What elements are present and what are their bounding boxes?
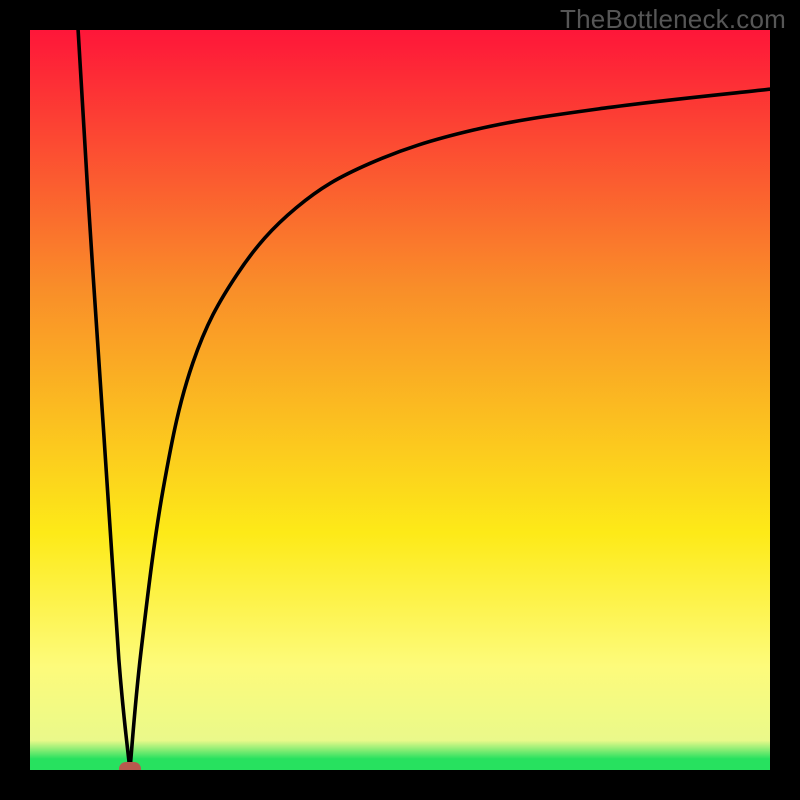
watermark-text: TheBottleneck.com	[560, 4, 786, 35]
minimum-marker	[119, 762, 141, 770]
chart-frame: TheBottleneck.com	[0, 0, 800, 800]
plot-area	[30, 30, 770, 770]
bottleneck-curve	[30, 30, 770, 770]
